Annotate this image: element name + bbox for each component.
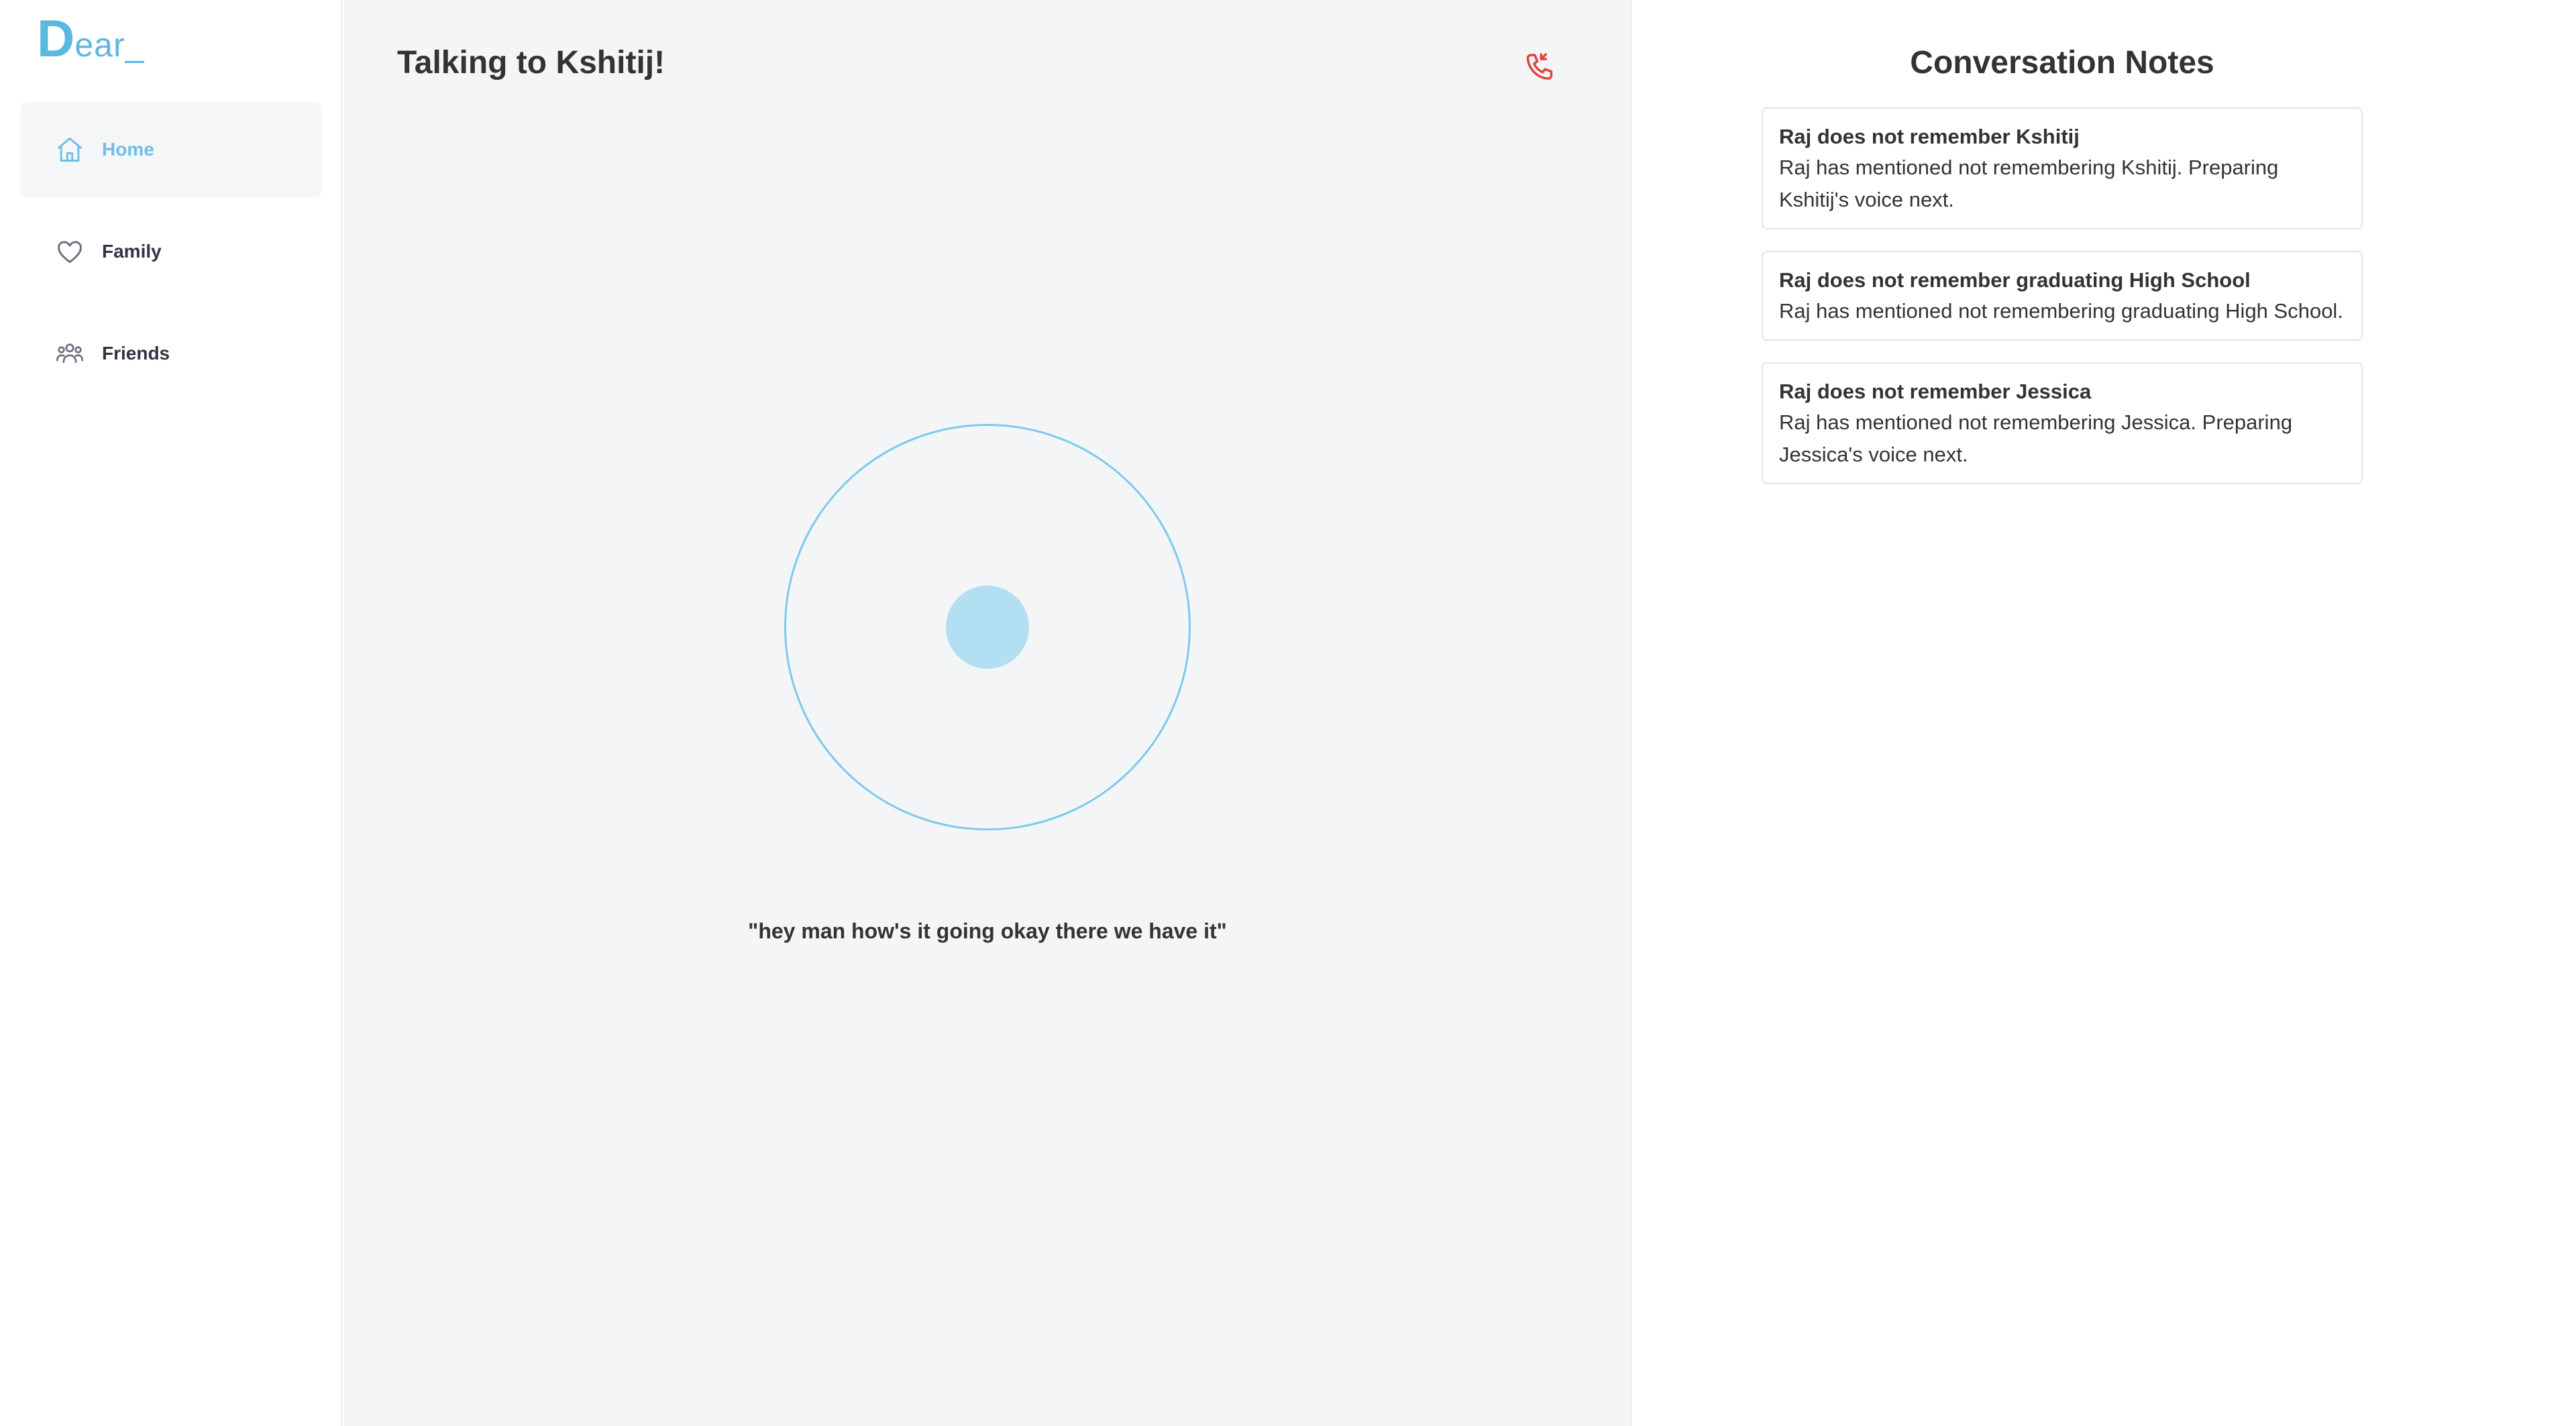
users-icon bbox=[55, 339, 85, 368]
note-body: Raj has mentioned not remembering gradua… bbox=[1779, 299, 2343, 323]
sidebar-item-family[interactable]: Family bbox=[20, 204, 322, 299]
hang-up-button[interactable] bbox=[1521, 50, 1558, 87]
sidebar-nav: Home Family Friends bbox=[20, 102, 322, 408]
home-icon bbox=[55, 135, 85, 164]
voice-activity-orb bbox=[946, 586, 1029, 669]
note-title: Raj does not remember Jessica bbox=[1779, 380, 2092, 403]
notes-list: Raj does not remember Kshitij Raj has me… bbox=[1762, 107, 2363, 506]
sidebar-item-friends[interactable]: Friends bbox=[20, 306, 322, 401]
sidebar-item-home[interactable]: Home bbox=[20, 102, 322, 197]
logo-text: ear_ bbox=[74, 26, 145, 64]
live-transcript: "hey man how's it going okay there we ha… bbox=[748, 919, 1227, 943]
logo-initial: D bbox=[37, 9, 75, 68]
note-title: Raj does not remember graduating High Sc… bbox=[1779, 268, 2251, 292]
logo[interactable]: Dear_ bbox=[37, 12, 144, 64]
note-body: Raj has mentioned not remembering Kshiti… bbox=[1779, 156, 2279, 211]
conversation-notes-panel: Conversation Notes Raj does not remember… bbox=[1633, 0, 2576, 1426]
app-root: Dear_ Home Family Friends Talking to Ksh… bbox=[0, 0, 2576, 1426]
call-panel: Talking to Kshitij! "hey man how's it go… bbox=[343, 0, 1631, 1426]
sidebar-item-label: Family bbox=[102, 241, 162, 262]
note-card: Raj does not remember Jessica Raj has me… bbox=[1762, 362, 2363, 484]
sidebar-item-label: Friends bbox=[102, 343, 170, 364]
page-title: Talking to Kshitij! bbox=[397, 45, 665, 80]
note-card: Raj does not remember graduating High Sc… bbox=[1762, 251, 2363, 341]
note-body: Raj has mentioned not remembering Jessic… bbox=[1779, 410, 2293, 466]
sidebar-item-label: Home bbox=[102, 139, 154, 160]
phone-incoming-icon bbox=[1521, 53, 1558, 90]
notes-title: Conversation Notes bbox=[1910, 45, 2214, 80]
heart-icon bbox=[55, 237, 85, 266]
sidebar: Dear_ Home Family Friends bbox=[0, 0, 342, 1426]
note-title: Raj does not remember Kshitij bbox=[1779, 125, 2080, 148]
note-card: Raj does not remember Kshitij Raj has me… bbox=[1762, 107, 2363, 229]
